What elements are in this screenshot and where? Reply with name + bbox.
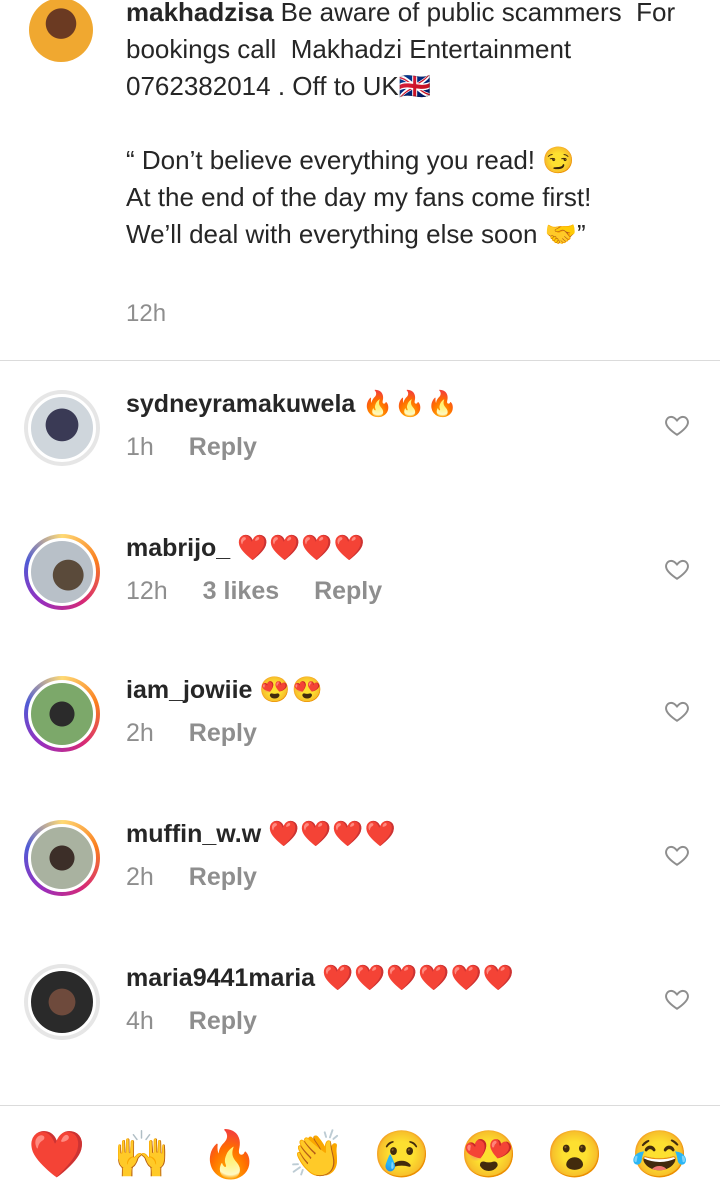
caption-text: makhadzisa Be aware of public scammers F… — [126, 0, 686, 253]
caption-avatar[interactable] — [29, 0, 93, 62]
reply-button[interactable]: Reply — [189, 719, 257, 747]
comment-time: 2h — [126, 863, 154, 891]
like-heart-icon[interactable] — [664, 556, 690, 582]
reaction-fire-icon[interactable]: 🔥 — [198, 1124, 262, 1184]
reply-button[interactable]: Reply — [189, 1007, 257, 1035]
reaction-crying-icon[interactable]: 😢 — [370, 1124, 434, 1184]
comment-username[interactable]: maria9441maria — [126, 964, 315, 992]
comment-item: muffin_w.w ❤️❤️❤️❤️ 2h Reply — [0, 820, 720, 950]
commenter-avatar[interactable] — [24, 964, 100, 1040]
comment-likes[interactable]: 3 likes — [203, 577, 279, 605]
comment-item: sydneyramakuwela 🔥🔥🔥 1h Reply — [0, 390, 720, 520]
comment-meta: 12h 3 likes Reply — [126, 577, 410, 606]
reaction-laughing-icon[interactable]: 😂 — [628, 1124, 692, 1184]
comment-item: mabrijo_ ❤️❤️❤️❤️ 12h 3 likes Reply — [0, 534, 720, 664]
comment-text: 😍😍 — [259, 676, 324, 704]
commenter-avatar[interactable] — [24, 676, 100, 752]
comment-meta: 4h Reply — [126, 1007, 515, 1036]
reply-button[interactable]: Reply — [189, 433, 257, 461]
comment-item: iam_jowiie 😍😍 2h Reply — [0, 676, 720, 806]
comment-text: ❤️❤️❤️❤️ — [237, 534, 366, 562]
comment-time: 2h — [126, 719, 154, 747]
comment-username[interactable]: iam_jowiie — [126, 676, 252, 704]
comment-text: ❤️❤️❤️❤️❤️❤️ — [322, 964, 515, 992]
caption-body: Be aware of public scammers For bookings… — [126, 0, 676, 249]
caption-username[interactable]: makhadzisa — [126, 0, 273, 27]
comment-time: 1h — [126, 433, 154, 461]
comment-text: ❤️❤️❤️❤️ — [268, 820, 397, 848]
comment-username[interactable]: muffin_w.w — [126, 820, 261, 848]
reaction-surprised-icon[interactable]: 😮 — [543, 1124, 607, 1184]
like-heart-icon[interactable] — [664, 412, 690, 438]
comment-username[interactable]: mabrijo_ — [126, 534, 230, 562]
divider — [0, 360, 720, 361]
like-heart-icon[interactable] — [664, 698, 690, 724]
reaction-heart-icon[interactable]: ❤️ — [25, 1124, 89, 1184]
comment-item: maria9441maria ❤️❤️❤️❤️❤️❤️ 4h Reply — [0, 964, 720, 1094]
comment-time: 12h — [126, 577, 168, 605]
caption-timestamp: 12h — [126, 300, 167, 327]
commenter-avatar[interactable] — [24, 820, 100, 896]
like-heart-icon[interactable] — [664, 842, 690, 868]
comment-meta: 2h Reply — [126, 719, 324, 748]
comment-username[interactable]: sydneyramakuwela — [126, 390, 355, 418]
reply-button[interactable]: Reply — [314, 577, 382, 605]
reaction-heart-eyes-icon[interactable]: 😍 — [457, 1124, 521, 1184]
comment-text: 🔥🔥🔥 — [362, 390, 459, 418]
like-heart-icon[interactable] — [664, 986, 690, 1012]
commenter-avatar[interactable] — [24, 390, 100, 466]
reaction-clap-icon[interactable]: 👏 — [285, 1124, 349, 1184]
commenter-avatar[interactable] — [24, 534, 100, 610]
post-caption: makhadzisa Be aware of public scammers F… — [0, 0, 720, 360]
quick-reaction-bar: ❤️ 🙌 🔥 👏 😢 😍 😮 😂 — [0, 1105, 720, 1189]
comment-meta: 2h Reply — [126, 863, 397, 892]
reaction-raising-hands-icon[interactable]: 🙌 — [110, 1124, 174, 1184]
comment-meta: 1h Reply — [126, 433, 459, 462]
reply-button[interactable]: Reply — [189, 863, 257, 891]
comment-time: 4h — [126, 1007, 154, 1035]
